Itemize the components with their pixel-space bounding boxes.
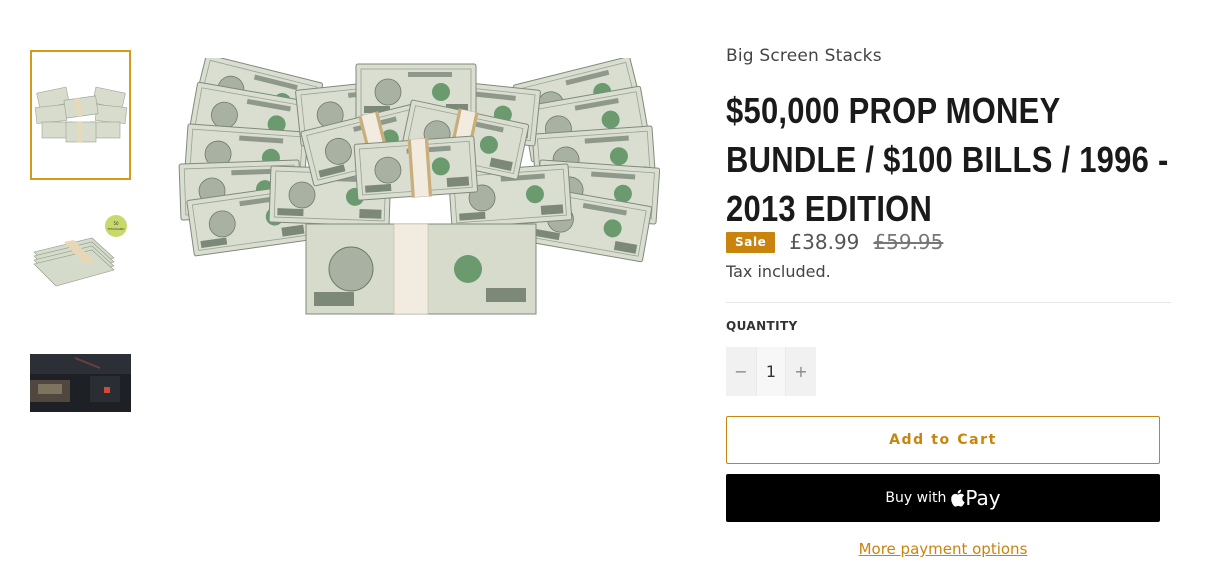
divider <box>726 302 1171 303</box>
thumbnail-3-video[interactable] <box>30 354 131 412</box>
product-info: Big Screen Stacks $50,000 PROP MONEY BUN… <box>726 46 1171 558</box>
quantity-label: QUANTITY <box>726 319 798 333</box>
buy-with-label: Buy with <box>885 490 947 506</box>
quantity-input[interactable] <box>756 347 786 396</box>
quantity-decrease-button[interactable]: − <box>726 347 756 396</box>
vendor-name[interactable]: Big Screen Stacks <box>726 46 1171 66</box>
video-preview-thumbnail-image <box>30 354 131 412</box>
money-bundle-illustration <box>178 58 660 324</box>
sale-badge: Sale <box>726 231 776 253</box>
svg-text:50: 50 <box>113 221 119 226</box>
add-to-cart-button[interactable]: Add to Cart <box>726 416 1160 464</box>
apple-pay-mark: Pay <box>950 486 1001 510</box>
product-title: $50,000 PROP MONEY BUNDLE / $100 BILLS /… <box>726 90 1169 229</box>
current-price: £38.99 <box>789 230 860 254</box>
apple-logo-icon <box>951 489 966 507</box>
quantity-stepper: − + <box>726 347 816 396</box>
compare-at-price: £59.95 <box>873 230 944 254</box>
pay-label: Pay <box>965 486 1001 510</box>
tax-note: Tax included. <box>726 262 831 281</box>
money-stack-side-thumbnail-image: 50 THOUSAND <box>30 212 131 294</box>
price-row: Sale £38.99 £59.95 <box>726 230 943 254</box>
buy-with-apple-pay-button[interactable]: Buy with Pay <box>726 474 1160 522</box>
quantity-increase-button[interactable]: + <box>786 347 816 396</box>
thumbnail-badge-text: THOUSAND <box>106 227 125 231</box>
thumbnail-2[interactable]: 50 THOUSAND <box>30 212 131 294</box>
money-stacks-thumbnail-image <box>32 52 129 178</box>
product-main-image[interactable] <box>178 58 660 324</box>
more-payment-options-link[interactable]: More payment options <box>726 540 1160 558</box>
thumbnail-1-selected[interactable] <box>30 50 131 180</box>
